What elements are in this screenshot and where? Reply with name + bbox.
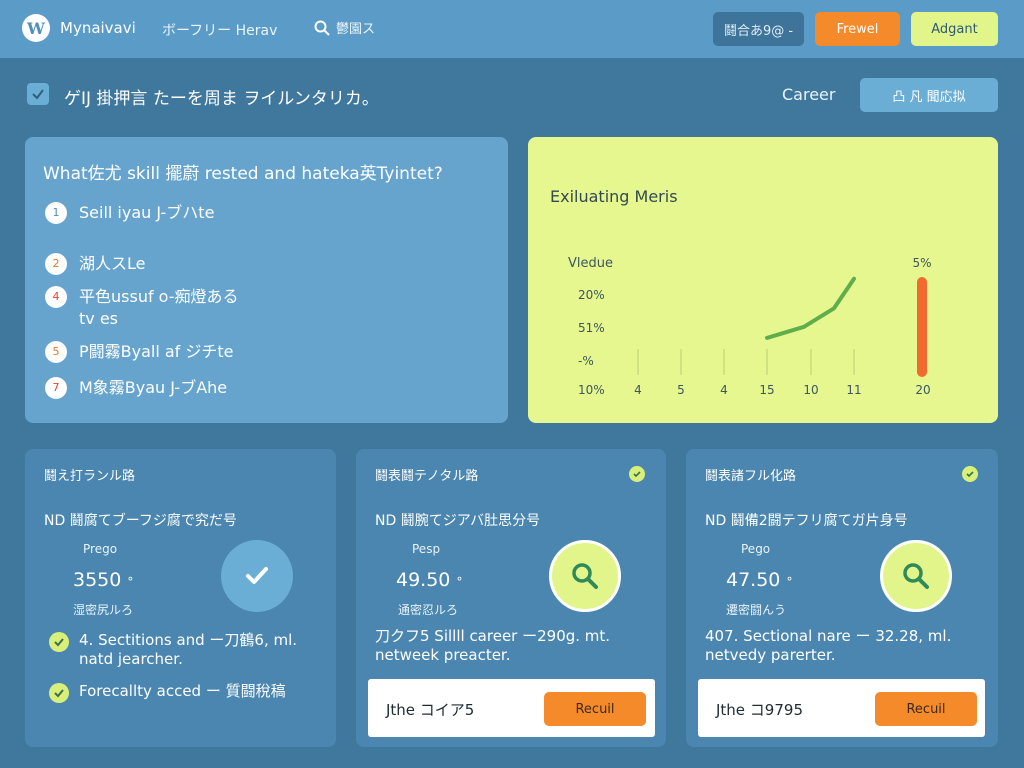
- frewel-button[interactable]: Frewel: [815, 12, 900, 46]
- card-subtitle: ND 鬪備2闘テフリ腐てガ片身号: [705, 513, 908, 529]
- bar-mark: [917, 277, 927, 377]
- check-badge-icon: [962, 466, 978, 482]
- card-description: 刀クフ5 Sillll career ー290g. mt. netweek pr…: [375, 627, 611, 664]
- check-icon: [49, 632, 69, 652]
- card-heading: 鬪え打ランル路: [44, 469, 136, 484]
- top-bar: W Mynaivavi ボーフリー Herav 鬱園ス 鬪合あ9@ - Frew…: [0, 0, 1024, 58]
- price-unit: 湿密尻ルろ: [73, 603, 134, 617]
- select-checkbox[interactable]: [27, 83, 49, 105]
- x-tick-label: 10: [803, 383, 818, 397]
- card-description: 407. Sectional nare ー 32.28, ml. netvedy…: [705, 627, 952, 664]
- y-tick-label: 51%: [578, 321, 605, 335]
- card-subtitle: ND 鬪腐てブーフジ腐で究だ号: [44, 513, 237, 529]
- bar-label: 5%: [912, 256, 931, 270]
- option-label: Seill iyau J-ブハte: [79, 203, 215, 222]
- option-label: 湖人スLe: [79, 254, 146, 273]
- nav-link[interactable]: ボーフリー Herav: [162, 20, 277, 40]
- plan-card: 鬪え打ランル路 ND 鬪腐てブーフジ腐で究だ号 Prego 3550 ° 湿密尻…: [25, 449, 336, 747]
- option-number: 7: [45, 377, 67, 399]
- card-heading: 鬪表諸フル化路: [705, 469, 797, 484]
- option-label: 平色ussuf o-痴燈ある tv es: [79, 287, 239, 328]
- feature-item: 4. Sectitions and ー刀鶴6, ml. natd jearche…: [49, 631, 297, 669]
- answer-option[interactable]: 4 平色ussuf o-痴燈ある tv es: [45, 286, 239, 330]
- answer-option[interactable]: 7 M象霧Byau J-ブAhe: [45, 377, 227, 399]
- price-label: Pesp: [412, 542, 441, 556]
- plan-card: 鬪表鬪テノタル路 ND 鬪腕てジアバ肚思分号 Pesp 49.50 ° 通密忍ル…: [356, 449, 666, 747]
- check-icon: [32, 89, 44, 100]
- chart-card: Exiluating Meris Vledue 20% 51% -% 10% 4 5 4 15 1…: [528, 137, 998, 423]
- price-label: Pego: [741, 542, 771, 556]
- x-tick-label: 15: [759, 383, 774, 397]
- language-button[interactable]: 鬪合あ9@ -: [713, 12, 804, 46]
- option-label: P闘霧Byall af ジチte: [79, 342, 234, 361]
- y-axis-label: Vledue: [568, 256, 613, 271]
- brand[interactable]: W Mynaivavi: [22, 14, 136, 42]
- question-title: What佐尤 skill 擺蔚 rested and hateka英Tyinte…: [43, 164, 443, 184]
- y-tick-label: -%: [578, 354, 594, 368]
- price-label: Prego: [83, 542, 118, 556]
- option-number: 1: [45, 202, 67, 224]
- answer-option[interactable]: 5 P闘霧Byall af ジチte: [45, 341, 234, 363]
- price-unit: 遷密闘んう: [726, 603, 787, 617]
- card-subtitle: ND 鬪腕てジアバ肚思分号: [375, 513, 541, 529]
- line-series: [765, 276, 856, 340]
- price: 3550 °: [73, 569, 134, 591]
- recuil-button[interactable]: Recuil: [875, 692, 977, 726]
- card-footer: Jthe コ9795 Recuil: [698, 679, 985, 737]
- y-tick-label: 20%: [578, 288, 605, 302]
- question-card: What佐尤 skill 擺蔚 rested and hateka英Tyinte…: [25, 137, 508, 423]
- answer-option[interactable]: 2 湖人スLe: [45, 253, 145, 275]
- option-number: 4: [45, 286, 67, 308]
- price-unit: 通密忍ルろ: [398, 603, 459, 617]
- option-number: 5: [45, 341, 67, 363]
- x-tick-label: 11: [846, 383, 861, 397]
- selected-check-icon[interactable]: [221, 540, 293, 612]
- card-footer: Jthe コイア5 Recuil: [368, 679, 655, 737]
- check-icon: [49, 683, 69, 703]
- brand-name: Mynaivavi: [60, 19, 136, 37]
- page-title: ゲIJ 掛押言 たーを周ま ヲイルンタリカ。: [64, 89, 379, 109]
- feature-item: Forecallty acced ー 質闘稅稿: [49, 682, 286, 703]
- price: 49.50 °: [396, 569, 463, 591]
- option-label: M象霧Byau J-ブAhe: [79, 378, 228, 397]
- x-tick-label: 4: [720, 383, 728, 397]
- search-label: 鬱園ス: [336, 22, 376, 37]
- logo-icon: W: [22, 14, 50, 42]
- check-badge-icon: [629, 466, 645, 482]
- metrics-chart: Vledue 20% 51% -% 10% 4 5 4 15 10 11 20 5%: [568, 256, 932, 397]
- plan-card: 鬪表諸フル化路 ND 鬪備2闘テフリ腐てガ片身号 Pego 47.50 ° 遷密…: [686, 449, 998, 747]
- x-tick-label: 20: [915, 383, 930, 397]
- feature-text: 4. Sectitions and ー刀鶴6, ml. natd jearche…: [79, 631, 298, 668]
- feature-text: Forecallty acced ー 質闘稅稿: [79, 682, 286, 700]
- search-icon: [314, 20, 330, 36]
- x-tick-label: 4: [634, 383, 642, 397]
- footer-label: Jthe コ9795: [716, 701, 803, 719]
- search-icon[interactable]: [880, 540, 952, 612]
- price: 47.50 °: [726, 569, 793, 591]
- answer-option[interactable]: 1 Seill iyau J-ブハte: [45, 202, 214, 224]
- x-tick-label: 5: [677, 383, 685, 397]
- recuil-button[interactable]: Recuil: [544, 692, 646, 726]
- search-icon[interactable]: [549, 540, 621, 612]
- option-number: 2: [45, 253, 67, 275]
- career-button[interactable]: 凸 凡 聞応拟: [860, 78, 998, 112]
- career-label[interactable]: Career: [782, 85, 835, 104]
- card-heading: 鬪表鬪テノタル路: [375, 469, 479, 484]
- search-button[interactable]: 鬱園ス: [314, 18, 375, 37]
- y-tick-label: 10%: [578, 383, 605, 397]
- adgant-button[interactable]: Adgant: [911, 12, 998, 46]
- footer-label: Jthe コイア5: [386, 701, 475, 719]
